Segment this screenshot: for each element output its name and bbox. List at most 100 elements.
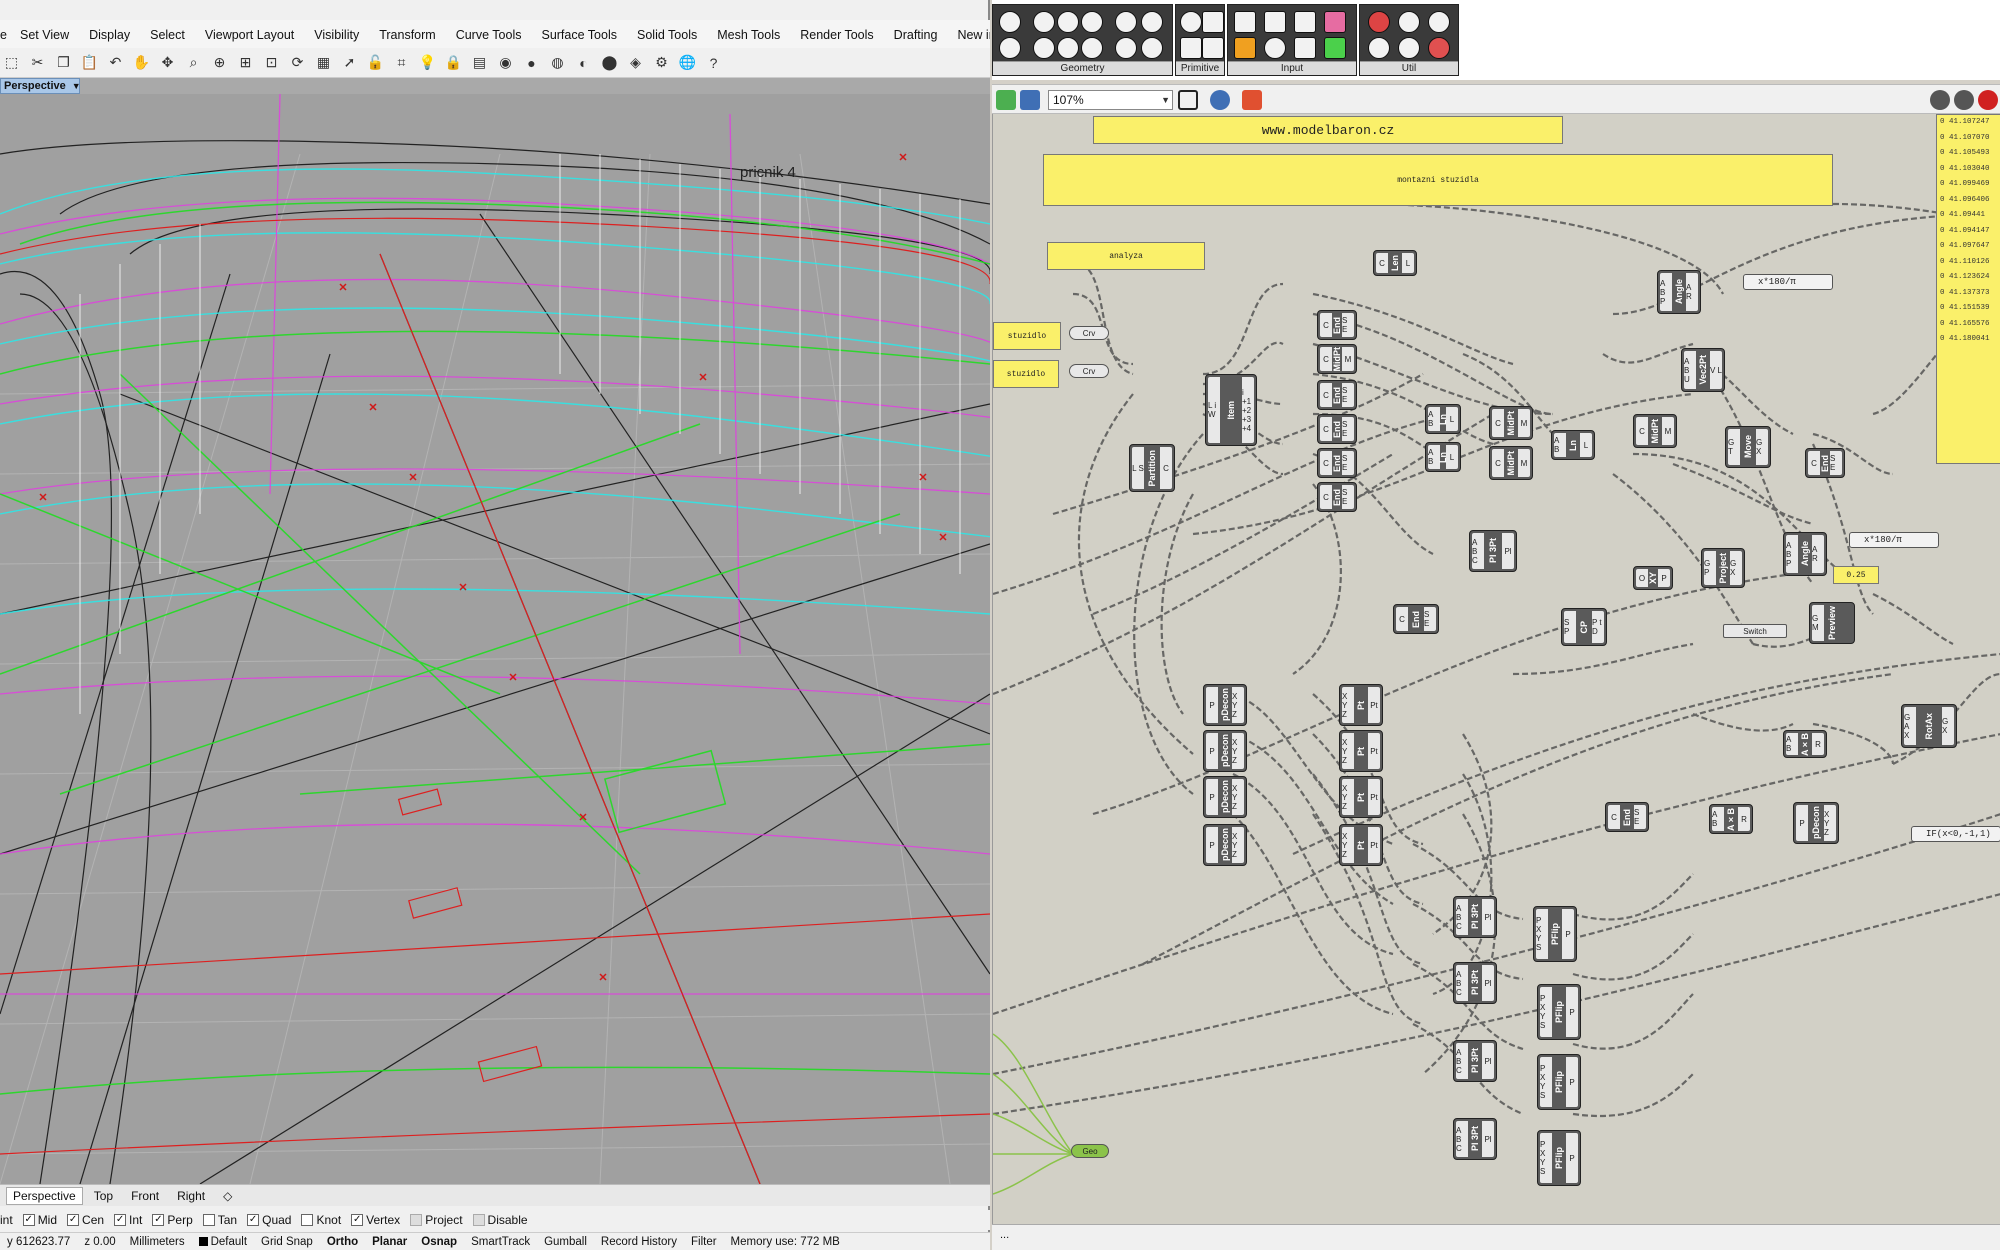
plane-3pt-component-1[interactable]: A B C Pl 3Pt Pl (1469, 530, 1517, 572)
stop-icon[interactable] (1978, 90, 1998, 110)
output-port[interactable]: i +1 +2 +3 +4 (1242, 377, 1254, 443)
osnap-tan[interactable]: Tan (202, 1213, 237, 1227)
end-points-component-2[interactable]: C End S E (1317, 380, 1357, 410)
grid-snap-toggle[interactable]: Grid Snap (254, 1236, 320, 1248)
input-port[interactable]: A B (1712, 807, 1724, 831)
end-points-component-4[interactable]: C End S E (1317, 448, 1357, 478)
input-port[interactable]: L i W (1208, 377, 1220, 443)
osnap-quad[interactable]: ✓ Quad (247, 1213, 291, 1227)
chevron-down-icon[interactable]: ▼ (72, 81, 81, 91)
plane-icon[interactable] (1081, 37, 1103, 59)
checkbox[interactable]: ✓ (351, 1214, 364, 1226)
swatch-icon[interactable] (1324, 37, 1346, 59)
output-port[interactable]: X Y Z (1232, 827, 1244, 863)
menu-visibility[interactable]: Visibility (304, 28, 369, 42)
construct-point-component-2[interactable]: X Y Z Pt Pt (1339, 730, 1383, 772)
filter-toggle[interactable]: Filter (684, 1236, 724, 1248)
osnap-mid[interactable]: ✓ Mid (22, 1213, 57, 1227)
rotate-view-icon[interactable]: ⟳ (288, 53, 307, 72)
perspective-viewport[interactable]: pricnik 4 (0, 94, 990, 1184)
output-port[interactable]: X Y Z (1232, 733, 1244, 769)
output-port[interactable]: S E (1342, 417, 1354, 441)
preview-component[interactable]: G M Preview (1809, 602, 1855, 644)
output-port[interactable]: M (1518, 449, 1530, 477)
gh-canvas[interactable]: www.modelbaron.cz montazni stuzidla anal… (992, 114, 2000, 1224)
output-port[interactable]: A R (1812, 535, 1824, 573)
output-port[interactable]: P (1562, 909, 1574, 959)
move-icon[interactable]: ✥ (158, 53, 177, 72)
osnap-int[interactable]: ✓ Int (114, 1213, 142, 1227)
menu-mesh-tools[interactable]: Mesh Tools (707, 28, 790, 42)
value-panel[interactable]: 0.25 (1833, 566, 1879, 584)
project-component[interactable]: G P Project G X (1701, 548, 1745, 588)
fitness-icon[interactable] (1368, 37, 1390, 59)
brep-icon[interactable] (1057, 11, 1079, 33)
output-port[interactable]: Pt (1368, 779, 1380, 815)
planar-toggle[interactable]: Planar (365, 1236, 414, 1248)
input-port[interactable]: G P (1704, 551, 1716, 585)
output-port[interactable]: R (1738, 807, 1750, 831)
input-port[interactable]: C (1320, 485, 1332, 509)
output-port[interactable]: L (1402, 253, 1414, 273)
midpt-component-4[interactable]: C MidPt M (1633, 414, 1677, 448)
arrow-right-icon[interactable] (1398, 37, 1420, 59)
cross-product-component-1[interactable]: A B A×B R (1783, 730, 1827, 758)
pdecon-component-2[interactable]: PpDecon X Y Z (1203, 730, 1247, 772)
output-port[interactable]: Pt (1368, 687, 1380, 723)
add-viewport-icon[interactable]: ◇ (216, 1187, 239, 1205)
field-icon[interactable] (1141, 11, 1163, 33)
len-component[interactable]: C Len L (1373, 250, 1417, 276)
plane-3pt-component-4[interactable]: A B C Pl 3Pt Pl (1453, 1040, 1497, 1082)
tab-top[interactable]: Top (87, 1187, 120, 1205)
circle-icon[interactable] (1033, 11, 1055, 33)
construct-point-component-1[interactable]: X Y Z Pt Pt (1339, 684, 1383, 726)
integer-icon[interactable] (1202, 11, 1224, 33)
cross-product-component-2[interactable]: A B A×B R (1709, 804, 1753, 834)
input-port[interactable]: A B C (1456, 1121, 1468, 1157)
output-port[interactable]: M (1662, 417, 1674, 445)
input-port[interactable]: A B U (1684, 351, 1696, 389)
input-port[interactable]: P (1206, 779, 1218, 815)
gradient-icon[interactable] (1324, 11, 1346, 33)
checkbox[interactable] (202, 1214, 215, 1226)
input-port[interactable]: A B (1554, 433, 1566, 457)
cherry-icon[interactable] (1368, 11, 1390, 33)
output-port[interactable]: X Y Z (1232, 779, 1244, 815)
input-port[interactable]: P X Y S (1536, 909, 1548, 959)
lock-icon[interactable]: 🔒 (444, 53, 463, 72)
point-icon[interactable] (1115, 37, 1137, 59)
render-icon[interactable]: ⬤ (600, 53, 619, 72)
text-icon[interactable] (1202, 37, 1224, 59)
slider-icon[interactable] (1234, 11, 1256, 33)
input-port[interactable]: A B P (1786, 535, 1798, 573)
pdecon-component-4[interactable]: PpDecon X Y Z (1203, 824, 1247, 866)
output-port[interactable]: P (1566, 1133, 1578, 1183)
output-port[interactable]: M (1518, 409, 1530, 437)
checkbox[interactable] (472, 1214, 485, 1226)
named-views-icon[interactable]: ⌗ (392, 53, 411, 72)
viewport-title[interactable]: Perspective ▼ (0, 78, 81, 94)
checkbox[interactable]: ✓ (247, 1214, 260, 1226)
line-icon[interactable] (1033, 37, 1055, 59)
globe-icon[interactable]: 🌐 (678, 53, 697, 72)
plane-3pt-component-3[interactable]: A B C Pl 3Pt Pl (1453, 962, 1497, 1004)
menu-render-tools[interactable]: Render Tools (790, 28, 883, 42)
light-icon[interactable]: 💡 (418, 53, 437, 72)
value-list-icon[interactable] (1264, 37, 1286, 59)
zoom-selected-icon[interactable]: ⊡ (262, 53, 281, 72)
output-port[interactable]: G X (1942, 707, 1954, 745)
menu-item[interactable]: e (0, 28, 10, 42)
panel-icon[interactable] (1234, 37, 1256, 59)
end-points-component-1[interactable]: C End S E (1317, 310, 1357, 340)
zoom-icon[interactable]: ⌕ (184, 53, 203, 72)
input-port[interactable]: X Y Z (1342, 779, 1354, 815)
checkbox[interactable] (301, 1214, 314, 1226)
input-port[interactable]: G M (1812, 605, 1824, 641)
osnap-cen[interactable]: ✓ Cen (67, 1213, 104, 1227)
output-port[interactable]: Pl (1482, 899, 1494, 935)
move-component[interactable]: G T Move G X (1725, 426, 1771, 468)
input-port[interactable]: C (1376, 253, 1388, 273)
osnap-toggle[interactable]: Osnap (414, 1236, 464, 1248)
crv-param-1[interactable]: Crv (1069, 326, 1109, 340)
rendered-icon[interactable]: ◍ (548, 53, 567, 72)
